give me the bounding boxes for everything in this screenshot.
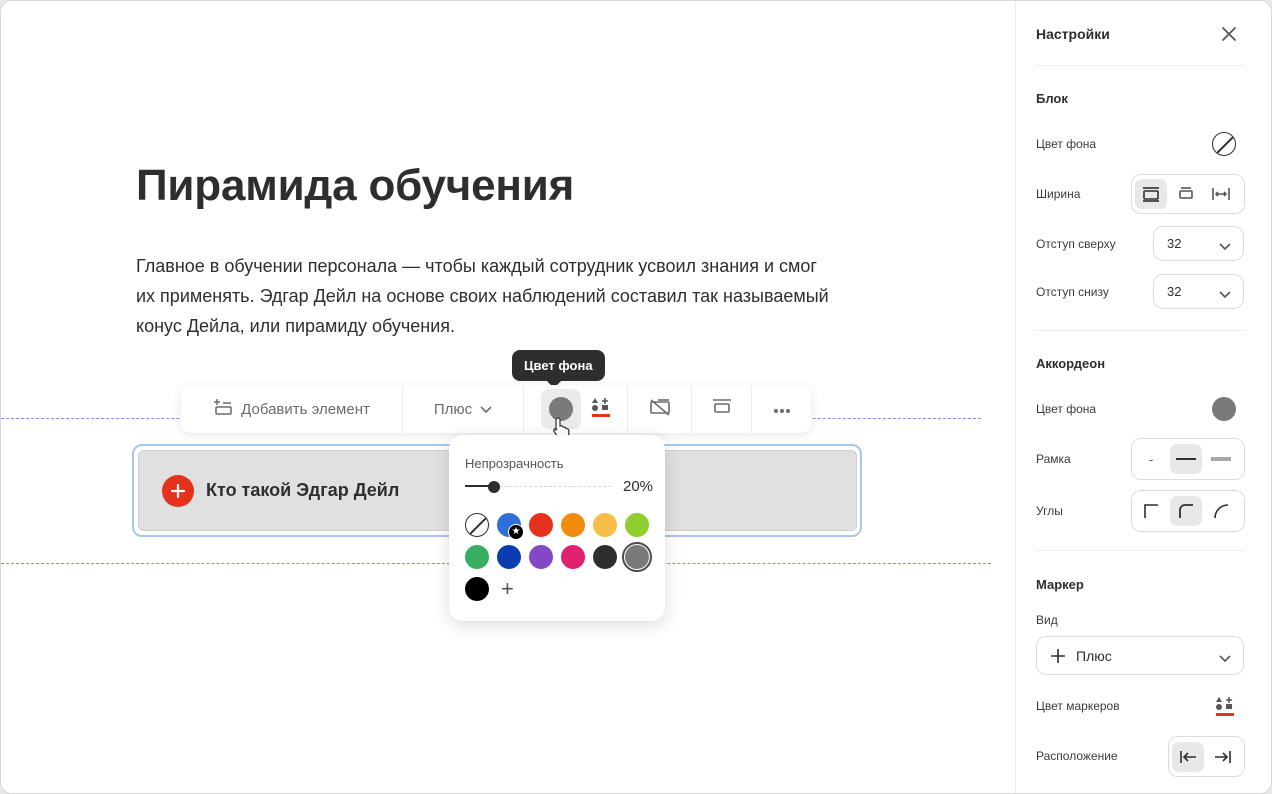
opacity-value: 20%	[623, 478, 654, 495]
no-color-swatch[interactable]	[465, 513, 489, 537]
marker-type-label: Вид	[1036, 613, 1058, 627]
marker-type-label: Плюс	[433, 400, 473, 418]
divider	[1036, 65, 1244, 66]
sidebar-title: Настройки	[1036, 26, 1110, 42]
padding-bottom-label: Отступ снизу	[1036, 285, 1109, 299]
no-background-icon	[649, 398, 671, 420]
block-width-label: Ширина	[1036, 187, 1081, 201]
padding-top-label: Отступ сверху	[1036, 237, 1116, 251]
divider	[1036, 330, 1244, 331]
color-swatch[interactable]	[497, 545, 521, 569]
color-picker-popover: Непрозрачность 20% ★ +	[449, 435, 665, 621]
section-block-title: Блок	[1036, 91, 1068, 106]
app-window: Пирамида обучения Главное в обучении пер…	[0, 0, 1272, 794]
accordion-plus-icon[interactable]	[162, 474, 194, 507]
padding-top-value: 32	[1167, 236, 1182, 251]
color-swatch[interactable]	[593, 513, 617, 537]
star-badge-icon: ★	[508, 524, 524, 540]
padding-top-select[interactable]: 32	[1153, 226, 1244, 261]
divider	[1036, 550, 1244, 551]
marker-position-control	[1168, 736, 1245, 777]
intro-paragraph[interactable]: Главное в обучении персонала — чтобы каж…	[136, 251, 836, 341]
padding-bottom-value: 32	[1167, 284, 1182, 299]
add-color-button[interactable]: +	[501, 577, 514, 601]
opacity-slider-handle[interactable]	[488, 481, 501, 493]
marker-type-value: Плюс	[1076, 647, 1112, 664]
border-thick-option[interactable]	[1205, 444, 1237, 474]
accordion-title[interactable]: Кто такой Эдгар Дейл	[206, 480, 399, 501]
border-none-label: -	[1148, 451, 1154, 467]
chevron-down-icon	[1219, 651, 1231, 666]
block-toolbar: Добавить элемент Плюс	[181, 385, 811, 433]
color-swatch[interactable]	[465, 577, 489, 601]
corners-round-option[interactable]	[1205, 496, 1237, 526]
color-swatch[interactable]	[529, 513, 553, 537]
accordion-bg-color-swatch[interactable]	[1212, 397, 1236, 421]
tooltip-text: Цвет фона	[524, 358, 593, 373]
color-swatch[interactable]	[625, 545, 649, 569]
accordion-corners-label: Углы	[1036, 504, 1063, 518]
accordion-bg-color-label: Цвет фона	[1036, 402, 1097, 416]
border-solid-option[interactable]	[1170, 444, 1202, 474]
block-width-control	[1131, 174, 1245, 214]
marker-type-dropdown[interactable]: Плюс	[403, 385, 524, 433]
color-swatch[interactable]	[561, 545, 585, 569]
color-swatch[interactable]	[561, 513, 585, 537]
marker-color-label: Цвет маркеров	[1036, 699, 1120, 713]
opacity-label: Непрозрачность	[465, 456, 564, 471]
add-element-icon	[213, 397, 233, 421]
width-content-option[interactable]	[1170, 179, 1202, 209]
padding-bottom-select[interactable]: 32	[1153, 274, 1244, 309]
block-width-icon	[712, 398, 732, 420]
hide-background-button[interactable]	[628, 385, 692, 433]
chevron-down-icon	[1219, 239, 1231, 254]
color-swatch[interactable]	[593, 545, 617, 569]
settings-sidebar: Настройки Блок Цвет фона Ширина Отступ с…	[1015, 1, 1271, 793]
color-swatch[interactable]	[465, 545, 489, 569]
block-width-button[interactable]	[692, 385, 752, 433]
corners-rounded-option[interactable]	[1170, 496, 1202, 526]
color-tools	[524, 385, 628, 433]
block-bg-color-label: Цвет фона	[1036, 137, 1097, 151]
tooltip: Цвет фона	[512, 350, 605, 381]
add-element-button[interactable]: Добавить элемент	[181, 385, 403, 433]
accordion-border-control: -	[1131, 438, 1245, 480]
marker-type-select[interactable]: Плюс	[1036, 636, 1244, 675]
opacity-slider[interactable]	[465, 481, 611, 493]
width-full-option[interactable]	[1135, 179, 1167, 209]
section-marker-title: Маркер	[1036, 577, 1084, 592]
more-dots-icon	[773, 401, 791, 418]
page-title[interactable]: Пирамида обучения	[136, 161, 574, 211]
block-bg-color-none-icon[interactable]	[1212, 132, 1236, 156]
border-none-option[interactable]: -	[1135, 444, 1167, 474]
color-swatch[interactable]	[529, 545, 553, 569]
marker-color-icon[interactable]	[591, 396, 611, 422]
color-swatch[interactable]	[625, 513, 649, 537]
corners-square-option[interactable]	[1135, 496, 1167, 526]
marker-position-label: Расположение	[1036, 749, 1118, 763]
marker-right-option[interactable]	[1207, 742, 1239, 772]
marker-left-option[interactable]	[1172, 741, 1204, 772]
plus-icon	[1050, 648, 1066, 664]
width-stretch-option[interactable]	[1205, 179, 1237, 209]
section-accordion-title: Аккордеон	[1036, 356, 1106, 371]
marker-color-icon[interactable]	[1215, 695, 1235, 722]
add-element-label: Добавить элемент	[241, 400, 370, 418]
accordion-border-label: Рамка	[1036, 452, 1071, 466]
editor-canvas[interactable]: Пирамида обучения Главное в обучении пер…	[1, 1, 1003, 793]
accordion-corners-control	[1131, 490, 1245, 532]
more-button[interactable]	[752, 385, 811, 433]
close-icon[interactable]	[1220, 25, 1238, 43]
chevron-down-icon	[1219, 287, 1231, 302]
chevron-down-icon	[480, 401, 492, 418]
